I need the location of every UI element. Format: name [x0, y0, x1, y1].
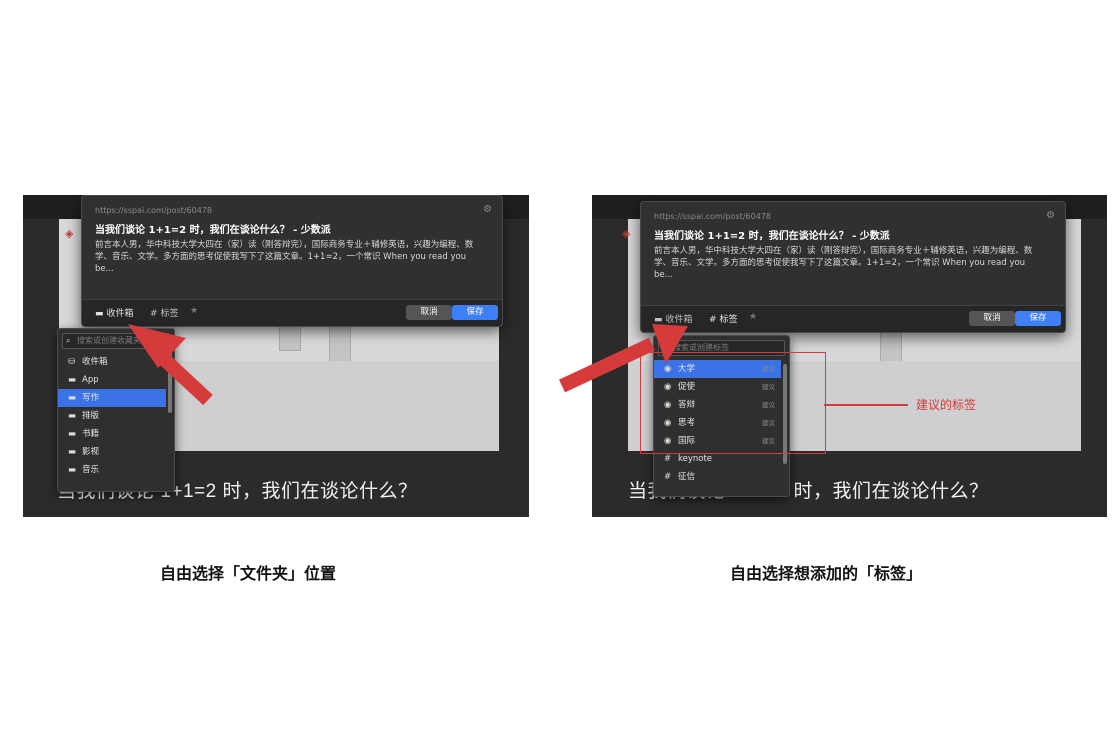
suggested-tags-highlight [640, 352, 826, 454]
annotation-line [824, 404, 908, 406]
left-arrow [128, 324, 213, 406]
suggested-tags-annotation: 建议的标签 [916, 398, 977, 412]
right-caption: 自由选择想添加的「标签」 [730, 564, 923, 583]
left-caption: 自由选择「文件夹」位置 [160, 564, 337, 583]
annotation-arrows [128, 324, 688, 406]
